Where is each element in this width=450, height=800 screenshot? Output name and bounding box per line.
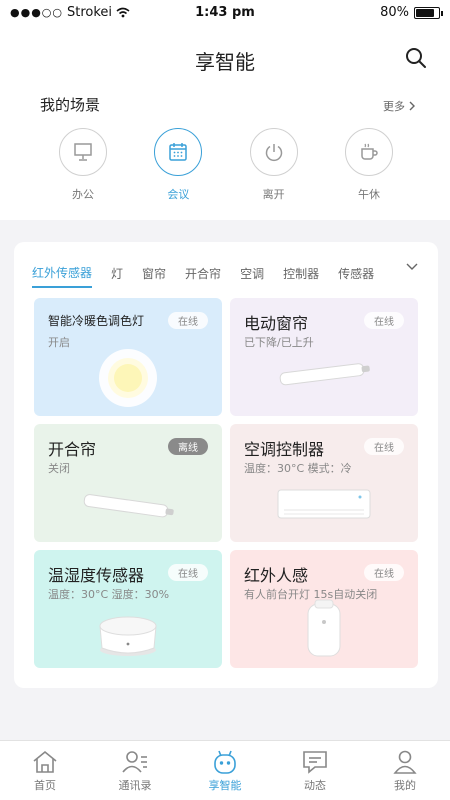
status-badge: 在线 <box>364 564 404 581</box>
scene-label: 午休 <box>357 188 380 201</box>
scene-icon-circle <box>154 128 203 176</box>
home-icon <box>33 750 57 773</box>
lamp-image <box>99 349 157 407</box>
device-image <box>34 348 222 408</box>
device-card-lamp[interactable]: 智能冷暖色调色灯 开启 在线 <box>34 298 222 416</box>
device-card-ac-controller[interactable]: 空调控制器 温度：30°C 模式：冷 在线 <box>230 424 418 542</box>
device-status: 已下降/已上升 <box>244 336 314 349</box>
device-status: 温度：30°C 模式：冷 <box>244 462 352 475</box>
monitor-icon <box>74 143 92 161</box>
device-image <box>230 488 418 522</box>
status-badge: 在线 <box>364 438 404 455</box>
status-badge: 在线 <box>168 564 208 581</box>
device-name: 温湿度传感器 <box>48 566 145 585</box>
chevron-down-icon[interactable] <box>406 263 418 271</box>
device-card-temp-humidity-sensor[interactable]: 温湿度传感器 温度：30°C 湿度：30% 在线 <box>34 550 222 668</box>
tab-light[interactable]: 灯 <box>111 265 123 287</box>
scene-icon-circle <box>344 128 393 176</box>
scene-nap[interactable]: 午休 <box>324 128 414 208</box>
page-title: 享智能 <box>195 50 255 74</box>
status-right: 80% <box>380 5 443 20</box>
device-status: 温度：30°C 湿度：30% <box>48 588 170 601</box>
nav-label: 通讯录 <box>118 779 152 792</box>
search-icon[interactable] <box>404 46 428 70</box>
device-card-infrared-human-sensor[interactable]: 红外人感 有人前台开灯 15s自动关闭 在线 <box>230 550 418 668</box>
top-section: 享智能 我的场景 更多 办公 会议 离开 午休 <box>0 28 450 220</box>
tab-air-conditioner[interactable]: 空调 <box>240 265 264 287</box>
motion-sensor-image <box>307 599 341 657</box>
nav-label: 动态 <box>304 779 326 792</box>
device-card-electric-curtain[interactable]: 电动窗帘 已下降/已上升 在线 <box>230 298 418 416</box>
device-name: 电动窗帘 <box>244 314 309 333</box>
robot-icon <box>214 750 236 774</box>
status-badge: 在线 <box>364 312 404 329</box>
status-bar: ●●●○○ Strokei 1:43 pm 80% <box>0 0 450 28</box>
device-image <box>34 610 222 658</box>
nav-label: 我的 <box>394 779 416 792</box>
message-icon <box>303 751 327 774</box>
scenes-more-link[interactable]: 更多 <box>383 98 416 114</box>
curtain-motor-image <box>83 494 174 518</box>
bottom-nav: 首页 通讯录 享智能 动态 我的 <box>0 740 450 800</box>
scene-meeting[interactable]: 会议 <box>133 128 223 208</box>
calendar-icon <box>169 143 188 161</box>
scenes-title: 我的场景 <box>40 96 101 114</box>
category-tabs: 红外传感器 灯 窗帘 开合帘 空调 控制器 传感器 <box>32 263 426 288</box>
device-image <box>230 358 418 390</box>
scene-icon-circle <box>249 128 298 176</box>
nav-smart[interactable]: 享智能 <box>180 741 270 800</box>
nav-home[interactable]: 首页 <box>0 741 90 800</box>
device-name: 空调控制器 <box>244 440 325 459</box>
scene-leave[interactable]: 离开 <box>229 128 319 208</box>
nav-label: 享智能 <box>208 779 242 792</box>
chevron-right-icon <box>409 101 415 111</box>
device-image <box>34 488 222 524</box>
device-status: 关闭 <box>48 462 70 475</box>
scene-office[interactable]: 办公 <box>38 128 128 208</box>
sensor-puck-image <box>99 616 157 656</box>
nav-contacts[interactable]: 通讯录 <box>90 741 180 800</box>
nav-me[interactable]: 我的 <box>360 741 450 800</box>
scene-icon-circle <box>59 128 107 176</box>
status-badge: 离线 <box>168 438 208 455</box>
battery-percent: 80% <box>380 5 409 20</box>
device-name: 智能冷暖色调色灯 <box>48 314 145 328</box>
scene-label: 离开 <box>262 188 285 201</box>
coffee-cup-icon <box>361 143 378 160</box>
device-panel: 红外传感器 灯 窗帘 开合帘 空调 控制器 传感器 智能冷暖色调色灯 开启 在线 <box>14 242 438 688</box>
power-icon <box>265 144 282 162</box>
tab-curtain[interactable]: 窗帘 <box>142 265 166 287</box>
status-badge: 在线 <box>168 312 208 329</box>
curtain-motor-image <box>279 363 370 386</box>
device-name: 红外人感 <box>244 566 309 585</box>
nav-activity[interactable]: 动态 <box>270 741 360 800</box>
tab-controller[interactable]: 控制器 <box>283 265 319 287</box>
device-card-open-close-curtain[interactable]: 开合帘 关闭 离线 <box>34 424 222 542</box>
contacts-icon <box>122 751 147 773</box>
tab-infrared-sensor[interactable]: 红外传感器 <box>32 264 93 288</box>
scene-label: 会议 <box>167 188 190 201</box>
person-icon <box>393 750 417 774</box>
air-conditioner-image <box>277 489 371 519</box>
nav-label: 首页 <box>34 779 56 792</box>
more-label: 更多 <box>383 100 405 113</box>
device-image <box>230 598 418 660</box>
scene-list: 办公 会议 离开 午休 <box>38 128 414 208</box>
tab-sensor[interactable]: 传感器 <box>338 265 374 287</box>
device-name: 开合帘 <box>48 440 97 459</box>
scene-label: 办公 <box>72 188 94 201</box>
battery-icon <box>414 6 443 19</box>
tab-open-close-curtain[interactable]: 开合帘 <box>185 265 221 287</box>
